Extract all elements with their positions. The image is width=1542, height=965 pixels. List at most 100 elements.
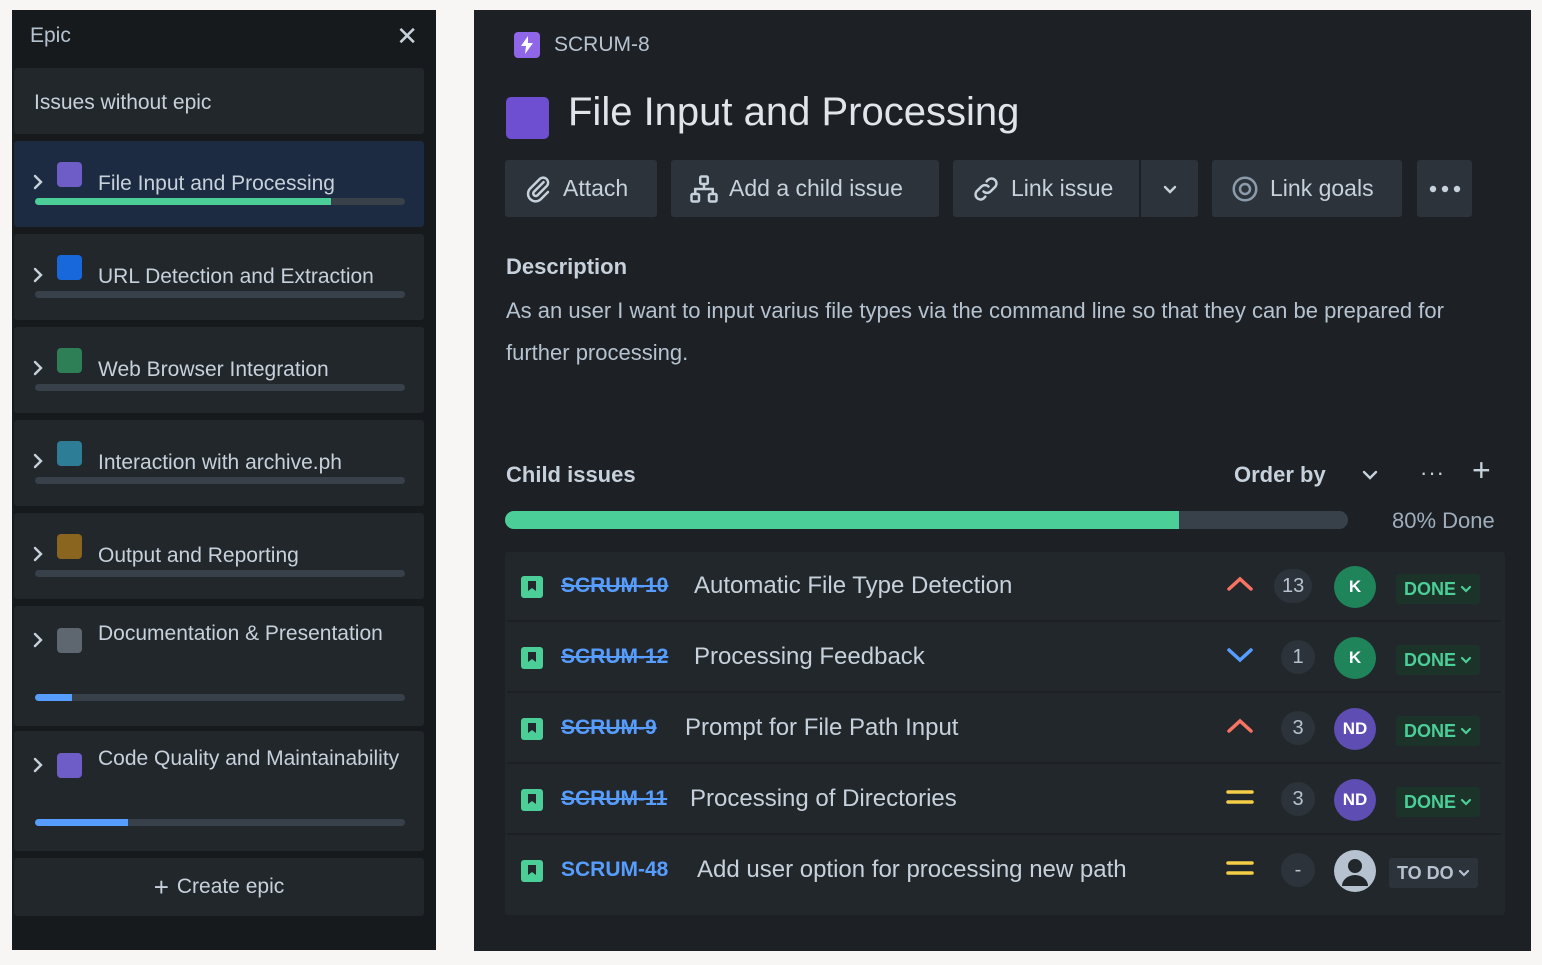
chevron-right-icon[interactable] — [32, 453, 46, 469]
status-label: DONE — [1404, 791, 1457, 812]
epic-progress-fill — [35, 198, 331, 205]
epic-item[interactable]: URL Detection and Extraction — [14, 234, 424, 320]
issue-detail: SCRUM-8 File Input and Processing Attach… — [474, 10, 1531, 951]
epic-item[interactable]: Code Quality and Maintainability — [14, 731, 424, 851]
priority-medium-icon — [1225, 858, 1255, 882]
assignee-avatar[interactable]: K — [1334, 566, 1376, 608]
link-issue-dropdown[interactable] — [1141, 160, 1198, 217]
story-icon — [521, 860, 543, 882]
more-actions-button[interactable] — [1417, 160, 1472, 217]
chevron-down-icon — [1460, 650, 1472, 671]
story-icon — [521, 647, 543, 669]
story-points-badge: 1 — [1281, 640, 1315, 674]
attach-button[interactable]: Attach — [505, 160, 657, 217]
chevron-right-icon[interactable] — [32, 174, 46, 190]
child-issue-list: SCRUM-10 Automatic File Type Detection 13 K… — [505, 552, 1505, 915]
child-progress-bar — [505, 511, 1348, 529]
epic-color-icon — [57, 753, 82, 778]
chevron-right-icon[interactable] — [32, 267, 46, 283]
epic-item[interactable]: File Input and Processing — [14, 141, 424, 227]
epic-panel: Epic ✕ Issues without epic File Input an… — [12, 10, 436, 950]
epic-progress-fill — [35, 819, 128, 826]
child-issue-row[interactable]: SCRUM-12 Processing Feedback 1 K DONE — [507, 623, 1501, 693]
story-points-badge: 13 — [1274, 569, 1313, 603]
chevron-right-icon[interactable] — [32, 360, 46, 376]
story-points-badge: 3 — [1281, 782, 1315, 816]
epic-color-icon — [506, 97, 549, 139]
epic-progress-bar — [35, 819, 405, 826]
assignee-avatar[interactable]: ND — [1334, 779, 1376, 821]
priority-high-icon — [1225, 574, 1255, 598]
priority-low-icon — [1225, 645, 1255, 669]
chevron-right-icon[interactable] — [32, 757, 46, 773]
unassigned-avatar-icon[interactable] — [1334, 850, 1376, 892]
description-text[interactable]: As an user I want to input varius file t… — [506, 290, 1466, 374]
plus-icon: + — [153, 872, 169, 902]
child-issue-summary[interactable]: Automatic File Type Detection — [694, 572, 1012, 600]
child-issue-row[interactable]: SCRUM-11 Processing of Directories 3 ND DONE — [507, 765, 1501, 835]
assignee-avatar[interactable]: ND — [1334, 708, 1376, 750]
child-issue-key[interactable]: SCRUM-10 — [561, 574, 668, 598]
page-title[interactable]: File Input and Processing — [568, 90, 1019, 135]
epic-progress-bar — [35, 477, 405, 484]
child-issue-row[interactable]: SCRUM-10 Automatic File Type Detection 13 K… — [507, 552, 1501, 622]
hierarchy-icon — [690, 174, 718, 203]
epic-color-icon — [57, 534, 82, 559]
breadcrumb-issue-key[interactable]: SCRUM-8 — [554, 33, 650, 57]
epic-color-icon — [57, 628, 82, 653]
status-dropdown[interactable]: DONE — [1396, 787, 1481, 817]
child-issue-summary[interactable]: Prompt for File Path Input — [685, 714, 958, 742]
epic-color-icon — [57, 441, 82, 466]
status-label: DONE — [1404, 649, 1457, 670]
epic-item[interactable]: Interaction with archive.ph — [14, 420, 424, 506]
epic-progress-bar — [35, 198, 405, 205]
priority-high-icon — [1225, 716, 1255, 740]
epic-progress-bar — [35, 291, 405, 298]
story-points-badge: - — [1281, 853, 1315, 887]
close-icon[interactable]: ✕ — [396, 23, 418, 49]
order-by-button[interactable]: Order by — [1234, 462, 1326, 488]
issues-without-epic-label: Issues without epic — [34, 91, 212, 114]
child-issue-key[interactable]: SCRUM-48 — [561, 858, 668, 882]
link-issue-button[interactable]: Link issue — [953, 160, 1139, 217]
status-label: DONE — [1404, 720, 1457, 741]
add-child-plus-icon[interactable]: + — [1472, 454, 1491, 486]
child-issue-row[interactable]: SCRUM-48 Add user option for processing n… — [507, 836, 1501, 906]
child-issues-more-icon[interactable]: ··· — [1420, 460, 1445, 486]
epic-item[interactable]: Web Browser Integration — [14, 327, 424, 413]
issues-without-epic[interactable]: Issues without epic — [14, 68, 424, 134]
child-issue-summary[interactable]: Add user option for processing new path — [697, 856, 1127, 884]
child-issue-summary[interactable]: Processing Feedback — [694, 643, 925, 671]
status-dropdown[interactable]: DONE — [1396, 716, 1481, 746]
epic-name: Code Quality and Maintainability — [98, 747, 400, 770]
epic-color-icon — [57, 348, 82, 373]
child-progress-label: 80% Done — [1392, 508, 1495, 533]
add-child-issue-button[interactable]: Add a child issue — [671, 160, 939, 217]
child-issue-row[interactable]: SCRUM-9 Prompt for File Path Input 3 ND DONE — [507, 694, 1501, 764]
story-points-badge: 3 — [1281, 711, 1315, 745]
epic-item[interactable]: Documentation & Presentation — [14, 606, 424, 726]
chevron-down-icon[interactable] — [1361, 462, 1379, 493]
chevron-down-icon — [1460, 792, 1472, 813]
status-dropdown[interactable]: DONE — [1396, 645, 1481, 675]
status-dropdown[interactable]: DONE — [1396, 574, 1481, 604]
status-label: TO DO — [1397, 862, 1454, 883]
child-issue-summary[interactable]: Processing of Directories — [690, 785, 957, 813]
status-dropdown[interactable]: TO DO — [1389, 858, 1478, 888]
chevron-right-icon[interactable] — [32, 546, 46, 562]
priority-medium-icon — [1225, 787, 1255, 811]
child-issue-key[interactable]: SCRUM-11 — [561, 787, 667, 811]
goal-icon — [1232, 176, 1258, 201]
epic-name: URL Detection and Extraction — [98, 265, 374, 288]
assignee-avatar[interactable]: K — [1334, 637, 1376, 679]
child-issue-key[interactable]: SCRUM-12 — [561, 645, 668, 669]
create-epic-label: Create epic — [176, 875, 285, 898]
child-issue-key[interactable]: SCRUM-9 — [561, 716, 657, 740]
link-goals-button[interactable]: Link goals — [1212, 160, 1402, 217]
chevron-right-icon[interactable] — [32, 632, 46, 648]
breadcrumb: SCRUM-8 — [514, 32, 650, 58]
epic-item[interactable]: Output and Reporting — [14, 513, 424, 599]
link-icon — [974, 176, 998, 201]
create-epic-button[interactable]: + Create epic — [14, 858, 424, 916]
epic-name: File Input and Processing — [98, 172, 335, 195]
